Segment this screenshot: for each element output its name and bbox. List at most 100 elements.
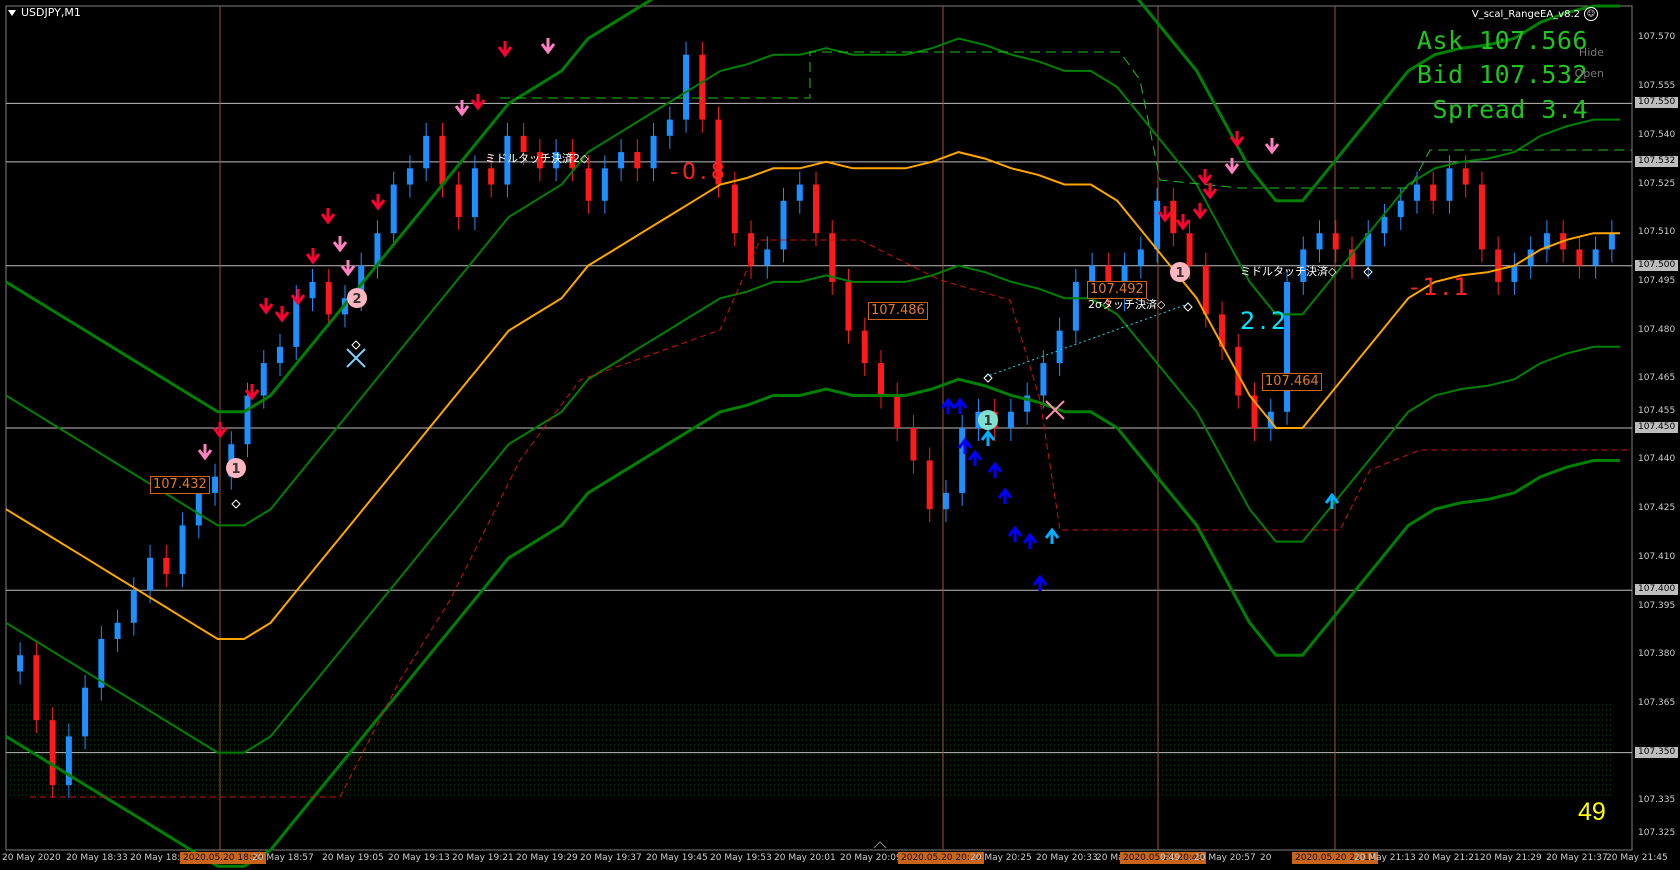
sell-arrow-icon (1192, 203, 1208, 220)
time-tick: 20 May 2020 (2, 853, 61, 863)
candle-body (260, 363, 267, 396)
candle-body (1462, 168, 1469, 185)
candle-body (212, 476, 219, 493)
chevron-down-icon[interactable] (8, 9, 16, 16)
candle-body (926, 460, 933, 510)
sell-arrow-icon (1157, 206, 1173, 223)
candle-body (1007, 411, 1014, 428)
candle-body (1186, 233, 1193, 266)
profit-label: -1.1 (1410, 273, 1473, 301)
candle-body (390, 184, 397, 234)
buy-arrow-icon (1022, 532, 1038, 549)
candle-body (1072, 281, 1079, 331)
position-marker-label: 1 (983, 414, 992, 429)
price-tick-highlight: 107.350 (1635, 746, 1679, 758)
time-tick: 20 May 19:05 (322, 853, 384, 863)
midtouch-annotation-2: ミドルタッチ決済◇ (1240, 265, 1337, 278)
candle-body (699, 54, 706, 120)
price-tick-highlight: 107.400 (1635, 584, 1679, 596)
diamond-icon (1183, 302, 1193, 312)
candle-body (666, 119, 673, 136)
candle-body (910, 428, 917, 461)
time-tick: 20 May 19:45 (646, 853, 708, 863)
candle-body (82, 687, 89, 737)
candle-body (1608, 233, 1615, 250)
candle-body (439, 135, 446, 185)
chart-window[interactable]: 1 2 1 1 USDJPY,M1 V_scal_RangeEA_v8.2 ☺ Ask… (0, 0, 1680, 870)
position-marker-label: 1 (1175, 266, 1184, 281)
price-box: 107.464 (1262, 373, 1322, 391)
time-tick: 20 May 21:37 (1546, 853, 1608, 863)
candle-body (585, 168, 592, 201)
trade-line (984, 304, 1186, 378)
buy-arrow-icon (1324, 492, 1340, 509)
candle-body (1413, 184, 1420, 201)
ask-price: Ask 107.566 (1416, 26, 1588, 55)
stop-line (30, 239, 1632, 798)
candle-body (1089, 265, 1096, 282)
open-button[interactable]: Open (1575, 67, 1604, 80)
candle-body (959, 428, 966, 493)
time-tick: 20 May 20:09 (840, 853, 902, 863)
time-tick: 20 May 19:21 (452, 853, 514, 863)
candle-body (1592, 249, 1599, 266)
candle-body (1576, 249, 1583, 266)
price-chart[interactable]: 1 2 1 1 (0, 0, 1680, 870)
candle-body (325, 281, 332, 315)
candle-body (455, 184, 462, 217)
price-box: 107.486 (868, 302, 928, 320)
candle-body (1332, 233, 1339, 250)
time-tick: 20 May 21:45 (1606, 853, 1668, 863)
time-tick: 20 May 21:29 (1480, 853, 1542, 863)
candle-body (601, 168, 608, 201)
candle-body (293, 298, 300, 347)
candle-body (147, 557, 154, 591)
candle-body (195, 492, 202, 526)
candle-body (1365, 233, 1372, 266)
sell-arrow-icon (454, 100, 470, 117)
tick-counter: 49 (1578, 798, 1606, 826)
price-tick: 107.425 (1638, 503, 1676, 514)
candle-body (813, 184, 819, 234)
position-marker-label: 1 (231, 462, 240, 477)
buy-arrow-icon (940, 397, 956, 414)
candle-body (1170, 200, 1177, 234)
time-tick: 0:49 (1160, 853, 1181, 863)
candle-body (650, 135, 657, 169)
candle-body (277, 346, 283, 364)
candle-body (1040, 363, 1047, 396)
candle-body (309, 281, 316, 299)
price-tick: 107.365 (1638, 697, 1676, 708)
candle-body (1478, 184, 1485, 250)
time-tick: 20 May 20:33 (1036, 853, 1098, 863)
hide-button[interactable]: Hide (1579, 46, 1604, 59)
price-tick-highlight: 107.500 (1635, 259, 1679, 271)
candle-body (1284, 281, 1291, 412)
candle-body (942, 492, 949, 510)
sell-arrow-icon (497, 41, 513, 58)
ea-name-text: V_scal_RangeEA_v8.2 (1471, 8, 1580, 20)
time-tick: 20 May 18:33 (66, 853, 128, 863)
price-tick: 107.440 (1638, 454, 1676, 465)
price-tick: 107.455 (1638, 405, 1676, 416)
time-tick: 20 May 20:57 (1194, 853, 1256, 863)
time-tick: 20 May 19:53 (710, 853, 772, 863)
expert-advisor-label: V_scal_RangeEA_v8.2 ☺ (1472, 7, 1598, 21)
price-tick-highlight: 107.550 (1635, 97, 1679, 109)
bollinger-band (5, 264, 1620, 754)
diamond-icon (351, 340, 361, 350)
symbol-label[interactable]: USDJPY,M1 (8, 6, 81, 19)
candle-body (618, 152, 625, 169)
price-tick: 107.525 (1638, 178, 1676, 189)
buy-arrow-icon (987, 461, 1003, 478)
time-tick: 20 (1260, 853, 1272, 863)
buy-arrow-icon (997, 487, 1013, 504)
candle-body (179, 525, 186, 575)
price-tick: 107.495 (1638, 275, 1676, 286)
bollinger-band (5, 377, 1620, 868)
candle-body (1381, 217, 1388, 234)
bid-price: Bid 107.532 (1416, 60, 1588, 89)
time-tick: 20 May 21:21 (1418, 853, 1480, 863)
sell-arrow-icon (274, 306, 290, 323)
profit-label: -0.8 (670, 160, 729, 185)
